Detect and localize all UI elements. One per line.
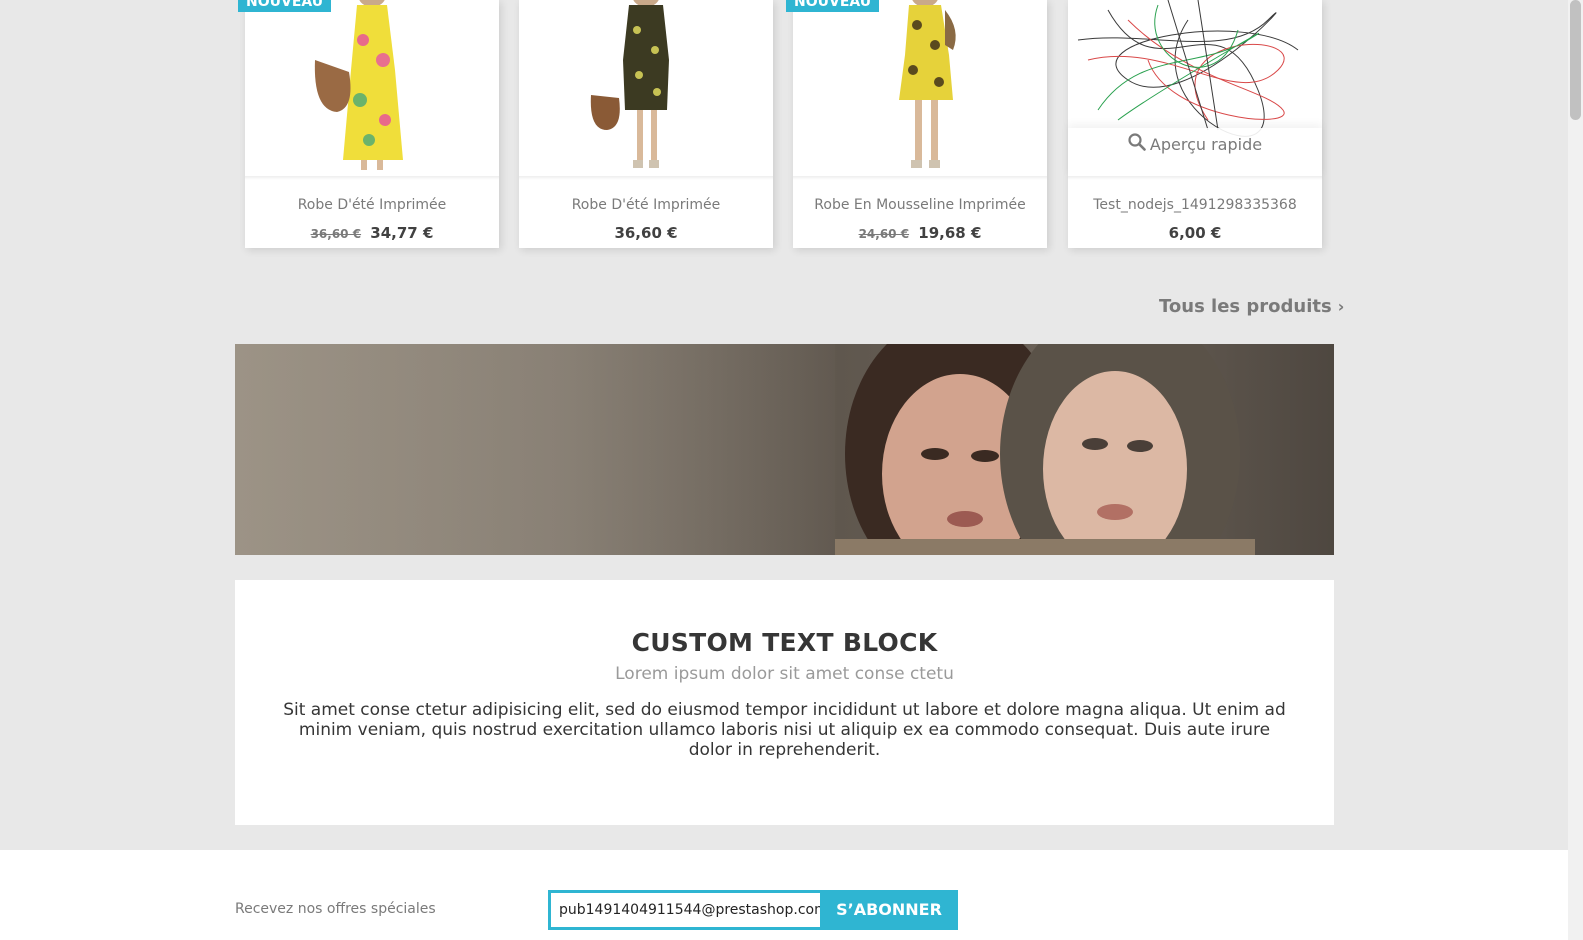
promo-banner[interactable] bbox=[235, 344, 1334, 555]
regular-price: 24,60 € bbox=[858, 227, 910, 241]
regular-price: 36,60 € bbox=[310, 227, 362, 241]
product-price: 34,77 € bbox=[370, 224, 434, 242]
product-image[interactable] bbox=[793, 0, 1047, 178]
new-badge: NOUVEAU bbox=[238, 0, 332, 12]
new-badge: NOUVEAU bbox=[786, 0, 880, 12]
product-name[interactable]: Robe En Mousseline Imprimée bbox=[793, 197, 1047, 213]
product-price: 36,60 € bbox=[614, 224, 678, 242]
email-field[interactable]: pub1491404911544@prestashop.com bbox=[548, 890, 828, 930]
divider bbox=[245, 176, 499, 180]
banner-image bbox=[835, 344, 1255, 555]
product-name[interactable]: Robe D'été Imprimée bbox=[245, 197, 499, 213]
product-image[interactable] bbox=[519, 0, 773, 178]
custom-text-title: CUSTOM TEXT BLOCK bbox=[631, 628, 938, 657]
divider bbox=[1068, 176, 1322, 180]
newsletter-label: Recevez nos offres spéciales bbox=[235, 901, 436, 917]
newsletter-section: Recevez nos offres spéciales pub14914049… bbox=[0, 850, 1568, 940]
all-products-link[interactable]: Tous les produits › bbox=[1159, 296, 1344, 317]
product-card[interactable]: NOUVEAU Robe D'été Imprimée 36,60 € 34,7… bbox=[238, 0, 499, 248]
product-card[interactable]: Aperçu rapide Test_nodejs_1491298335368 … bbox=[1068, 0, 1322, 248]
chevron-right-icon: › bbox=[1337, 297, 1345, 316]
quick-view-button[interactable]: Aperçu rapide bbox=[1068, 128, 1322, 178]
product-prices: 36,60 € bbox=[519, 224, 773, 242]
product-prices: 6,00 € bbox=[1068, 224, 1322, 242]
search-icon bbox=[1128, 129, 1146, 163]
product-price: 6,00 € bbox=[1168, 224, 1222, 242]
scrollbar[interactable] bbox=[1568, 0, 1583, 940]
divider bbox=[793, 176, 1047, 180]
custom-text-block: CUSTOM TEXT BLOCK Lorem ipsum dolor sit … bbox=[235, 580, 1334, 825]
product-list: NOUVEAU Robe D'été Imprimée 36,60 € 34,7… bbox=[238, 0, 1323, 248]
product-name[interactable]: Test_nodejs_1491298335368 bbox=[1068, 197, 1322, 213]
product-prices: 36,60 € 34,77 € bbox=[245, 224, 499, 242]
divider bbox=[519, 176, 773, 180]
scrollbar-thumb[interactable] bbox=[1570, 0, 1581, 120]
product-card[interactable]: Robe D'été Imprimée 36,60 € bbox=[519, 0, 773, 248]
all-products-label: Tous les produits bbox=[1159, 296, 1332, 317]
product-card[interactable]: NOUVEAU Robe En Mousseline Imprimée 24,6… bbox=[786, 0, 1047, 248]
custom-text-subtitle: Lorem ipsum dolor sit amet conse ctetu bbox=[615, 664, 954, 684]
product-prices: 24,60 € 19,68 € bbox=[793, 224, 1047, 242]
quick-view-label: Aperçu rapide bbox=[1149, 135, 1263, 154]
product-image[interactable] bbox=[245, 0, 499, 178]
product-name[interactable]: Robe D'été Imprimée bbox=[519, 197, 773, 213]
custom-text-body: Sit amet conse ctetur adipisicing elit, … bbox=[283, 700, 1286, 760]
product-price: 19,68 € bbox=[918, 224, 982, 242]
subscribe-button[interactable]: S’ABONNER bbox=[820, 890, 958, 930]
